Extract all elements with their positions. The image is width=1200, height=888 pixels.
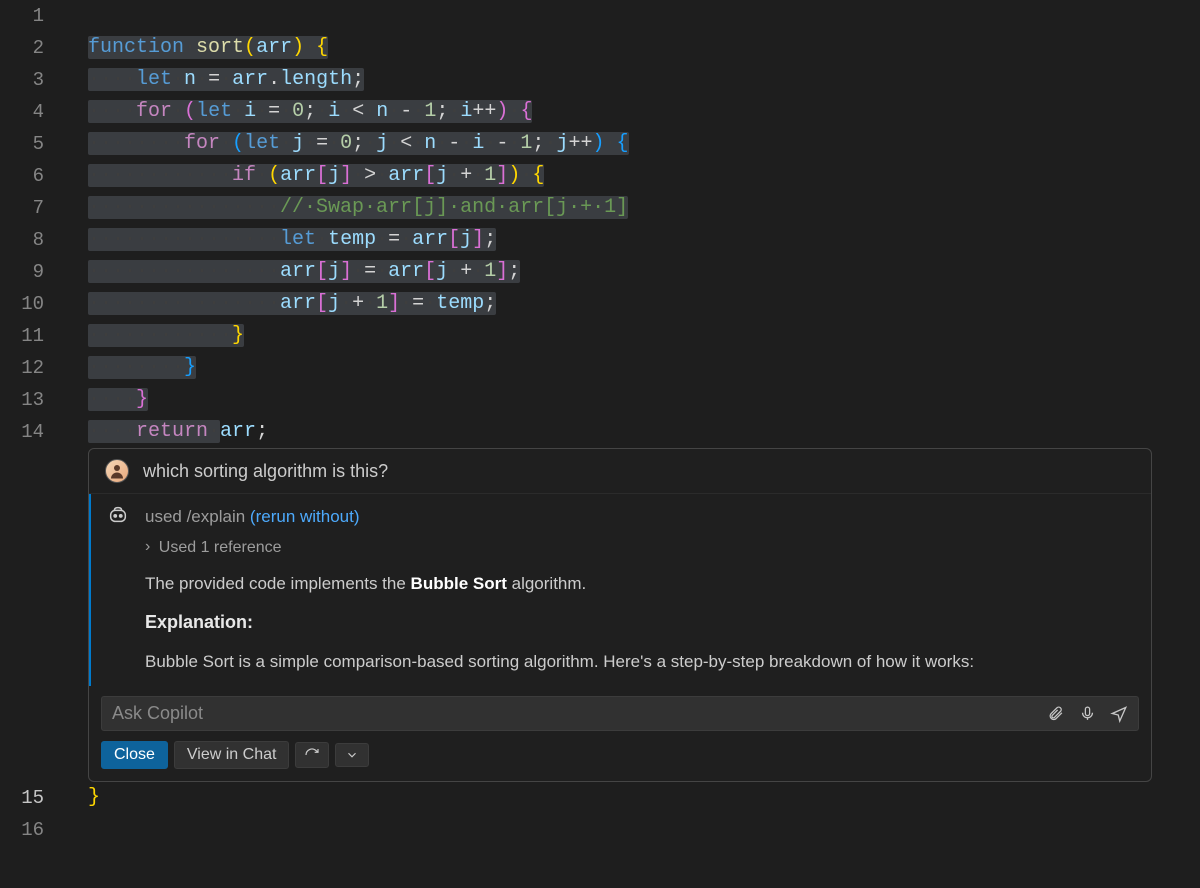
code-line: ····let·n·=·arr.length;	[68, 64, 364, 96]
line-number: 8	[0, 224, 68, 256]
refresh-icon	[304, 747, 320, 763]
view-in-chat-button[interactable]: View in Chat	[174, 741, 290, 769]
line-number: 2	[0, 32, 68, 64]
more-options-button[interactable]	[335, 743, 369, 767]
assistant-heading: Explanation:	[145, 609, 1135, 649]
user-avatar-icon	[105, 459, 129, 483]
code-line: ········for·(let·j·=·0;·j·<·n·-·i·-·1;·j…	[68, 128, 629, 160]
microphone-icon[interactable]	[1078, 705, 1096, 723]
code-line: ················//·Swap·arr[j]·and·arr[j…	[68, 192, 628, 224]
code-line	[68, 0, 88, 32]
line-number: 6	[0, 160, 68, 192]
chevron-down-icon	[345, 748, 359, 762]
line-number: 13	[0, 384, 68, 416]
close-button[interactable]: Close	[101, 741, 168, 769]
code-line: ····return·arr;	[68, 416, 268, 448]
copilot-icon	[107, 504, 131, 528]
code-line: ············}	[68, 320, 244, 352]
line-number: 4	[0, 96, 68, 128]
line-number: 11	[0, 320, 68, 352]
chevron-right-icon: ›	[145, 535, 150, 560]
regenerate-button[interactable]	[295, 742, 329, 768]
line-number: 14	[0, 416, 68, 448]
code-line: }	[68, 782, 100, 814]
line-number: 15	[0, 782, 68, 814]
code-editor[interactable]: 1 2 function·sort(arr)·{ 3 ····let·n·=·a…	[0, 0, 1200, 448]
code-line: ········}	[68, 352, 196, 384]
chat-input-placeholder: Ask Copilot	[112, 703, 1032, 724]
inline-chat-panel: which sorting algorithm is this? used /e…	[88, 448, 1152, 782]
rerun-without-link[interactable]: (rerun without)	[250, 507, 360, 526]
send-icon[interactable]	[1110, 705, 1128, 723]
line-number: 16	[0, 814, 68, 846]
assistant-used-label: used /explain	[145, 507, 245, 526]
user-question-text: which sorting algorithm is this?	[143, 461, 388, 482]
code-line: ····for·(let·i·=·0;·i·<·n·-·1;·i++)·{	[68, 96, 532, 128]
code-line: ················arr[j·+·1]·=·temp;	[68, 288, 496, 320]
line-number: 10	[0, 288, 68, 320]
line-number: 7	[0, 192, 68, 224]
references-toggle[interactable]: › Used 1 reference	[145, 530, 1135, 571]
assistant-paragraph: Bubble Sort is a simple comparison-based…	[145, 649, 1135, 680]
code-line: ················let·temp·=·arr[j];	[68, 224, 496, 256]
chat-assistant-message: used /explain (rerun without) › Used 1 r…	[89, 494, 1151, 686]
code-editor-continued[interactable]: 15 } 16	[0, 782, 1200, 846]
line-number: 12	[0, 352, 68, 384]
code-line: ············if·(arr[j]·>·arr[j·+·1])·{	[68, 160, 544, 192]
code-line	[68, 814, 88, 846]
code-line: function·sort(arr)·{	[68, 32, 328, 64]
assistant-paragraph: The provided code implements the Bubble …	[145, 571, 1135, 609]
chat-user-message: which sorting algorithm is this?	[89, 449, 1151, 494]
line-number: 1	[0, 0, 68, 32]
code-line: ····}	[68, 384, 148, 416]
line-number: 9	[0, 256, 68, 288]
attach-icon[interactable]	[1046, 705, 1064, 723]
line-number: 3	[0, 64, 68, 96]
references-label: Used 1 reference	[159, 539, 282, 556]
code-line: ················arr[j]·=·arr[j·+·1];	[68, 256, 520, 288]
chat-input[interactable]: Ask Copilot	[101, 696, 1139, 731]
line-number: 5	[0, 128, 68, 160]
